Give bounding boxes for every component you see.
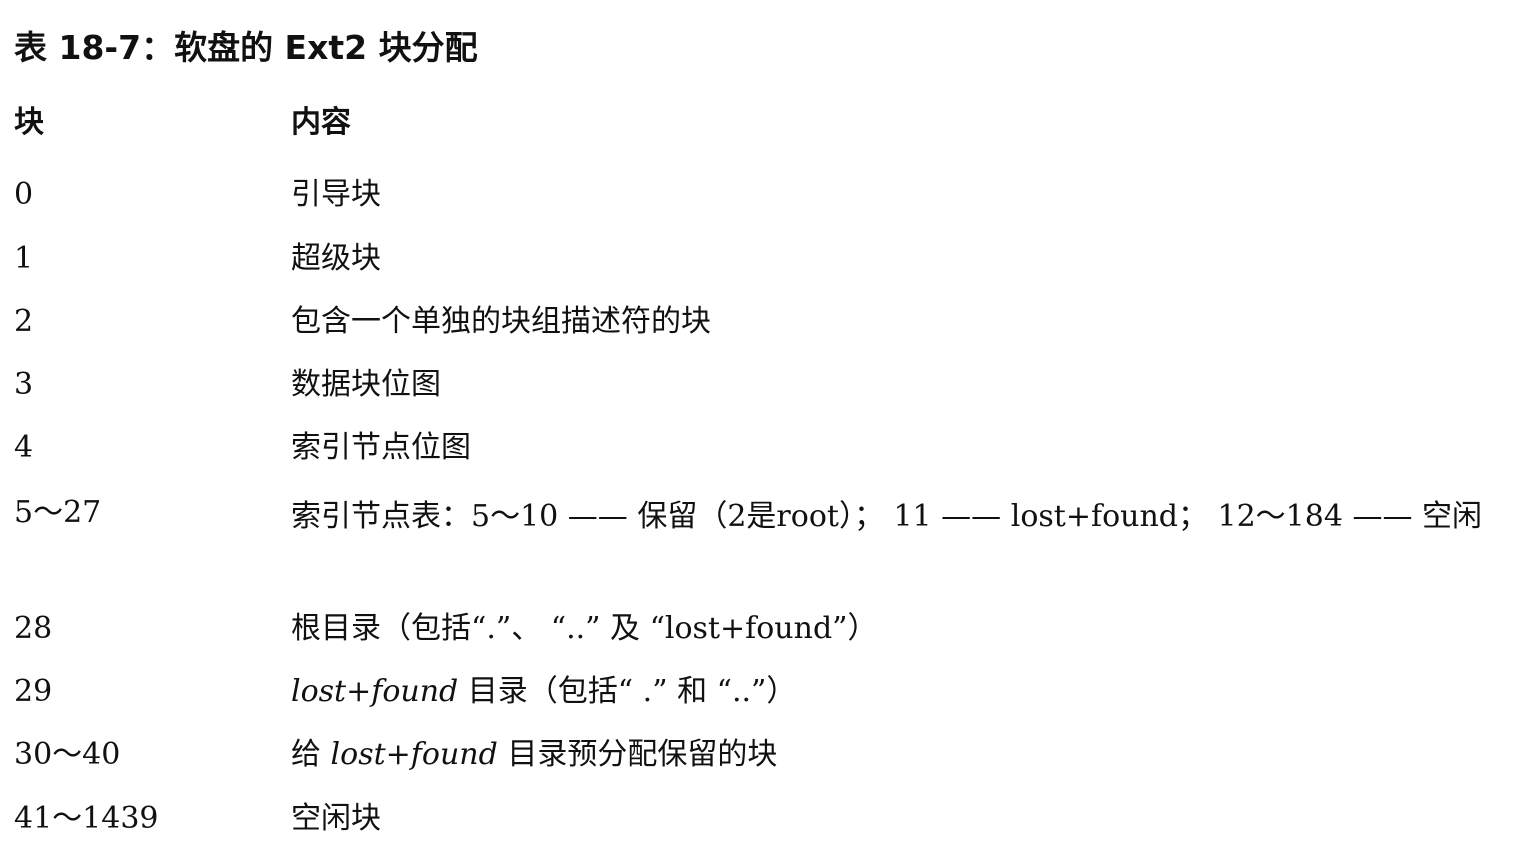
row-content: 数据块位图 <box>291 367 441 402</box>
row-block: 2 <box>14 304 34 339</box>
italic-lost-found: lost+found <box>291 674 459 709</box>
row-block: 28 <box>14 611 53 646</box>
row-block: 3 <box>14 367 34 402</box>
table-caption: 表 18-7：软盘的 Ext2 块分配 <box>14 28 478 67</box>
row-content: 包含一个单独的块组描述符的块 <box>291 304 711 339</box>
row-block: 4 <box>14 430 34 465</box>
row-content: 超级块 <box>291 241 381 276</box>
header-content: 内容 <box>291 105 351 140</box>
row-content-rest: 目录预分配保留的块 <box>497 737 778 772</box>
row-block: 5～27 <box>14 495 102 530</box>
row-content: 索引节点位图 <box>291 430 471 465</box>
italic-lost-found: lost+found <box>330 737 498 772</box>
row-content: 引导块 <box>291 177 381 212</box>
block-allocation-table: 块 内容 0 引导块 1 超级块 2 包含一个单独的块组描述符的块 3 数据块位… <box>14 100 1504 836</box>
row-content: 给 lost+found 目录预分配保留的块 <box>291 732 1481 778</box>
row-content: 索引节点表：5～10 —— 保留（2是root）； 11 —— lost+fou… <box>291 499 1483 534</box>
row-content-rest: 目录（包括“ .” 和 “..”） <box>458 674 797 709</box>
row-block: 0 <box>14 177 34 212</box>
header-block: 块 <box>14 105 44 140</box>
row-block: 41～1439 <box>14 801 159 836</box>
row-block: 30～40 <box>14 737 121 772</box>
row-content-prefix: 给 <box>291 737 331 772</box>
row-block: 29 <box>14 674 53 709</box>
row-content: lost+found 目录（包括“ .” 和 “..”） <box>291 669 1481 715</box>
row-content: 空闲块 <box>291 801 381 836</box>
row-content: 根目录（包括“.”、 “..” 及 “lost+found”） <box>291 611 878 646</box>
table-header-row: 块 内容 <box>14 100 1504 152</box>
row-block: 1 <box>14 241 34 276</box>
